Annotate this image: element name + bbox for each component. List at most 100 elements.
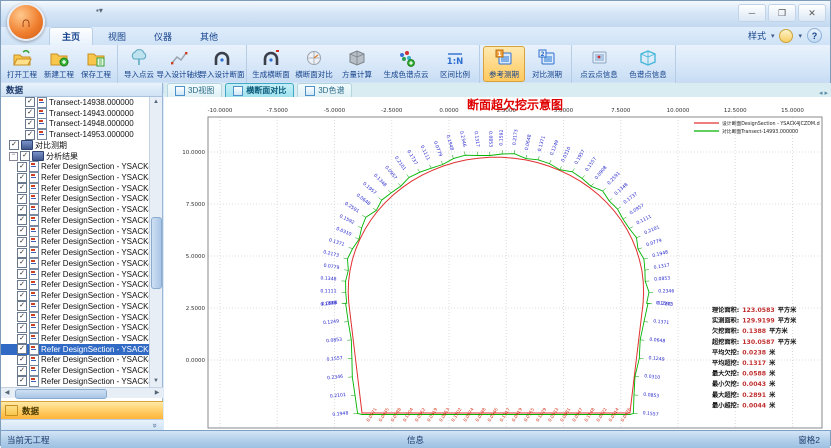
scroll-left-arrow[interactable]: ◀ bbox=[1, 388, 13, 398]
tree-item[interactable]: ✓Refer DesignSection - YSACK4JCZDI bbox=[1, 161, 151, 172]
tree-vertical-scrollbar[interactable]: ▲ ▼ bbox=[149, 97, 162, 387]
reference-period-button[interactable]: 1 参考测期 bbox=[483, 46, 525, 82]
checkbox[interactable]: ✓ bbox=[17, 280, 27, 290]
tree-item[interactable]: ✓Refer DesignSection - YSACK4JCZDI bbox=[1, 301, 151, 312]
help-button[interactable]: ? bbox=[807, 28, 822, 43]
checkbox[interactable]: ✓ bbox=[17, 269, 27, 279]
pointcloud-point-info-button[interactable]: 点云点信息 bbox=[575, 46, 623, 82]
checkbox[interactable]: ✓ bbox=[17, 205, 27, 215]
cross-section-view[interactable]: -10.0000-7.5000-5.0000-2.50000.00002.500… bbox=[164, 97, 831, 430]
checkbox[interactable]: ✓ bbox=[17, 323, 27, 333]
tab-scroll-arrows[interactable]: ◂ ▸ bbox=[819, 89, 831, 97]
tree-item[interactable]: ✓Refer DesignSection - YSACK4JCZDI bbox=[1, 204, 151, 215]
tab-cross-section-compare[interactable]: 横断面对比 bbox=[225, 83, 294, 97]
tree-item[interactable]: ✓Transect-14948.000000 bbox=[1, 118, 151, 129]
status-pane[interactable]: 窗格2 bbox=[798, 434, 830, 446]
spectrum-point-info-button[interactable]: 色谱点信息 bbox=[624, 46, 672, 82]
checkbox[interactable]: ✓ bbox=[25, 119, 35, 129]
interval-ratio-button[interactable]: 1:N 区间比例 bbox=[434, 46, 476, 82]
checkbox[interactable]: ✓ bbox=[17, 183, 27, 193]
checkbox[interactable]: ✓ bbox=[9, 140, 19, 150]
tree-item[interactable]: ✓Refer DesignSection - YSACK4JCZDI bbox=[1, 237, 151, 248]
generate-spectrum-pointcloud-button[interactable]: 生成色谱点云 bbox=[379, 46, 433, 82]
quick-access-toolbar[interactable]: ▪▾ bbox=[96, 6, 103, 15]
checkbox[interactable]: ✓ bbox=[17, 334, 27, 344]
tree-horizontal-scrollbar[interactable]: ◀ ▶ bbox=[1, 387, 163, 398]
tree-item[interactable]: ✓Refer DesignSection - YSACK4JCZDI bbox=[1, 312, 151, 323]
chevron-down-icon[interactable]: ▾ bbox=[798, 32, 802, 40]
generate-cross-section-button[interactable]: 生成横断面 bbox=[250, 46, 292, 82]
checkbox[interactable]: ✓ bbox=[17, 291, 27, 301]
import-design-section-button[interactable]: 导入设计断面 bbox=[201, 46, 243, 82]
checkbox[interactable]: ✓ bbox=[17, 355, 27, 365]
tree-item[interactable]: ✓Transect-14938.000000 bbox=[1, 97, 151, 108]
scroll-up-arrow[interactable]: ▲ bbox=[150, 97, 162, 108]
checkbox[interactable]: ✓ bbox=[17, 194, 27, 204]
cross-section-compare-button[interactable]: 横断面对比 bbox=[293, 46, 335, 82]
checkbox[interactable]: ✓ bbox=[17, 162, 27, 172]
checkbox[interactable]: ✓ bbox=[25, 108, 35, 118]
status-info-tab[interactable]: 信息 bbox=[407, 434, 627, 446]
checkbox[interactable]: ✓ bbox=[17, 248, 27, 258]
style-dropdown[interactable]: 样式 bbox=[748, 29, 766, 42]
tree-item[interactable]: ✓Refer DesignSection - YSACK4JCZDI bbox=[1, 269, 151, 280]
tree-item[interactable]: ✓对比测期 bbox=[1, 140, 151, 151]
tree-item[interactable]: ✓Refer DesignSection - YSACK4JCZDI bbox=[1, 365, 151, 376]
tree-item[interactable]: ✓Transect-14953.000000 bbox=[1, 129, 151, 140]
checkbox[interactable]: ✓ bbox=[25, 130, 35, 140]
tab-3d-spectrum[interactable]: 3D色谱 bbox=[297, 83, 352, 97]
checkbox[interactable]: ✓ bbox=[20, 151, 30, 161]
tree-item[interactable]: ✓Transect-14943.000000 bbox=[1, 108, 151, 119]
checkbox[interactable]: ✓ bbox=[17, 366, 27, 376]
tree-item[interactable]: −✓分析结果 bbox=[1, 151, 151, 162]
tab-other[interactable]: 其他 bbox=[187, 27, 231, 45]
tree-item[interactable]: ✓Refer DesignSection - YSACK4JCZDI bbox=[1, 172, 151, 183]
tree-item[interactable]: ✓Refer DesignSection - YSACK4JCZDI bbox=[1, 322, 151, 333]
save-project-button[interactable]: 保存工程 bbox=[78, 46, 114, 82]
checkbox[interactable]: ✓ bbox=[25, 97, 35, 107]
maximize-button[interactable]: ❐ bbox=[768, 4, 796, 22]
close-button[interactable]: ✕ bbox=[798, 4, 826, 22]
import-design-axis-button[interactable]: 导入设计轴线 bbox=[158, 46, 200, 82]
tree-item[interactable]: ✓Refer DesignSection - YSACK4JCZDI bbox=[1, 355, 151, 366]
scroll-thumb[interactable] bbox=[15, 389, 107, 399]
checkbox[interactable]: ✓ bbox=[17, 312, 27, 322]
scroll-thumb[interactable] bbox=[151, 217, 162, 289]
volume-calc-button[interactable]: 方量计算 bbox=[336, 46, 378, 82]
tree-item[interactable]: ✓Refer DesignSection - YSACK4JCZDI bbox=[1, 183, 151, 194]
tree-item[interactable]: ✓Refer DesignSection - YSACK4JCZDI bbox=[1, 333, 151, 344]
tree-item[interactable]: ✓Refer DesignSection - YSACK4JCZDI bbox=[1, 376, 151, 387]
checkbox[interactable]: ✓ bbox=[17, 226, 27, 236]
tree-item[interactable]: ✓Refer DesignSection - YSACK4JCZDI bbox=[1, 279, 151, 290]
tree-item[interactable]: ✓Refer DesignSection - YSACK4JCZDI bbox=[1, 258, 151, 269]
checkbox[interactable]: ✓ bbox=[17, 237, 27, 247]
open-project-button[interactable]: 打开工程 bbox=[4, 46, 40, 82]
tab-home[interactable]: 主页 bbox=[49, 27, 93, 45]
checkbox[interactable]: ✓ bbox=[17, 173, 27, 183]
compare-period-button[interactable]: 2 对比测期 bbox=[526, 46, 568, 82]
tree-item[interactable]: ✓Refer DesignSection - YSACK4JCZDI bbox=[1, 344, 151, 355]
minimize-button[interactable]: ─ bbox=[738, 4, 766, 22]
tab-3d-view[interactable]: 3D视图 bbox=[167, 83, 222, 97]
tree-item[interactable]: ✓Refer DesignSection - YSACK4JCZDI bbox=[1, 226, 151, 237]
tree-item[interactable]: ✓Refer DesignSection - YSACK4JCZDI bbox=[1, 290, 151, 301]
emoticon-icon[interactable] bbox=[779, 29, 793, 43]
app-menu-button[interactable]: ∩ bbox=[7, 3, 45, 41]
new-project-button[interactable]: 新建工程 bbox=[41, 46, 77, 82]
tab-view[interactable]: 视图 bbox=[95, 27, 139, 45]
expand-box-icon[interactable]: − bbox=[9, 152, 18, 161]
scroll-right-arrow[interactable]: ▶ bbox=[151, 388, 163, 398]
checkbox[interactable]: ✓ bbox=[17, 301, 27, 311]
tree-item[interactable]: ✓Refer DesignSection - YSACK4JCZDI bbox=[1, 194, 151, 205]
chevron-down-icon[interactable]: ▾ bbox=[771, 32, 775, 40]
checkbox[interactable]: ✓ bbox=[17, 376, 27, 386]
checkbox[interactable]: ✓ bbox=[17, 344, 27, 354]
tab-instrument[interactable]: 仪器 bbox=[141, 27, 185, 45]
tree-item[interactable]: ✓Refer DesignSection - YSACK4JCZDI bbox=[1, 247, 151, 258]
checkbox[interactable]: ✓ bbox=[17, 258, 27, 268]
import-pointcloud-button[interactable]: 导入点云 bbox=[121, 46, 157, 82]
scroll-down-arrow[interactable]: ▼ bbox=[150, 376, 162, 387]
checkbox[interactable]: ✓ bbox=[17, 215, 27, 225]
tree-item[interactable]: ✓Refer DesignSection - YSACK4JCZDI bbox=[1, 215, 151, 226]
data-panel-button[interactable]: 数据 bbox=[1, 401, 163, 420]
